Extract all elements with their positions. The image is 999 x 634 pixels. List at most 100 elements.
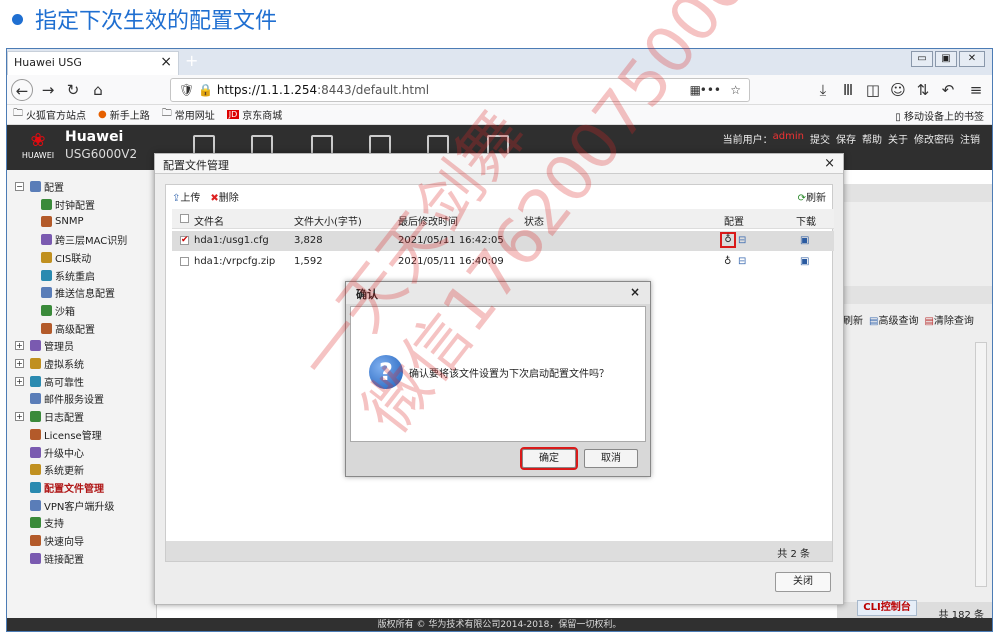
- page-heading: 指定下次生效的配置文件: [8, 0, 277, 38]
- sidebar-item[interactable]: 时钟配置: [41, 196, 95, 213]
- tab-close-icon[interactable]: ×: [160, 54, 172, 70]
- library-icon[interactable]: Ⅲ: [837, 79, 859, 101]
- sidebar-item[interactable]: + 高可靠性: [15, 373, 84, 390]
- folder-icon: 🗀: [13, 108, 23, 119]
- sidebar-item-label: 快速向导: [44, 537, 84, 548]
- sidebar-item[interactable]: 高级配置: [41, 320, 95, 337]
- account-icon[interactable]: ☺: [887, 79, 909, 101]
- table-row[interactable]: ✔ hda1:/usg1.cfg 3,828 2021/05/11 16:42:…: [172, 231, 834, 251]
- sidebar-item[interactable]: License管理: [15, 426, 102, 443]
- sidebar-item-label: 跨三层MAC识别: [55, 236, 128, 248]
- row-checkbox[interactable]: [180, 257, 189, 266]
- extension-icon[interactable]: ⇅: [912, 79, 934, 101]
- home-icon[interactable]: ⌂: [87, 79, 109, 101]
- sidebar-item[interactable]: VPN客户端升级: [15, 497, 114, 514]
- cli-console-button[interactable]: CLI控制台: [857, 600, 917, 616]
- logout-link[interactable]: 注销: [960, 131, 980, 146]
- about-link[interactable]: 关于: [888, 131, 908, 146]
- submit-link[interactable]: 提交: [810, 131, 830, 146]
- close-button[interactable]: 关闭: [775, 572, 831, 592]
- sidebar-item[interactable]: 支持: [15, 514, 64, 531]
- sidebar-item[interactable]: 系统更新: [15, 461, 84, 478]
- expander-icon[interactable]: +: [15, 412, 24, 422]
- sidebar-item[interactable]: 系统重启: [41, 267, 95, 284]
- sidebar-item[interactable]: + 管理员: [15, 337, 74, 354]
- sidebar-item[interactable]: SNMP: [41, 213, 84, 230]
- row-checkbox[interactable]: ✔: [180, 236, 189, 245]
- select-all-checkbox[interactable]: [180, 214, 189, 223]
- dialog-title: 配置文件管理 ×: [155, 154, 843, 174]
- new-tab-button[interactable]: +: [185, 51, 198, 70]
- undo-icon[interactable]: ↶: [937, 79, 959, 101]
- scrollbar[interactable]: [975, 342, 987, 587]
- question-icon: ?: [369, 355, 403, 389]
- minimize-button[interactable]: ▭: [911, 51, 933, 67]
- expander-icon[interactable]: +: [15, 359, 24, 368]
- change-password-link[interactable]: 修改密码: [914, 131, 954, 146]
- bookmark-item[interactable]: 🗀 火狐官方站点: [13, 108, 86, 122]
- close-window-button[interactable]: ✕: [959, 51, 985, 67]
- sidebar-item[interactable]: 邮件服务设置: [15, 390, 104, 407]
- sidebar-item[interactable]: CIS联动: [41, 249, 91, 266]
- config-compare-icon[interactable]: ⊟: [738, 235, 746, 246]
- bookmark-item[interactable]: 🗀 常用网址: [161, 108, 215, 122]
- sidebar-item[interactable]: + 虚拟系统: [15, 355, 84, 372]
- more-icon[interactable]: •••: [700, 83, 721, 97]
- reload-icon[interactable]: ↻: [62, 79, 84, 101]
- menu-item-icon: [41, 287, 52, 299]
- col-status[interactable]: 状态: [524, 213, 544, 228]
- sidebar-item-label: 链接配置: [44, 554, 84, 566]
- set-next-startup-icon[interactable]: ♁: [724, 256, 731, 267]
- upload-button[interactable]: ⇪上传: [172, 189, 200, 204]
- delete-button[interactable]: ✖删除: [210, 189, 238, 204]
- menu-icon[interactable]: ≡: [965, 79, 987, 101]
- mobile-bookmarks[interactable]: ▯ 移动设备上的书签: [895, 108, 984, 123]
- sidebar-item[interactable]: 配置文件管理: [15, 479, 104, 496]
- browser-tab[interactable]: Huawei USG ×: [7, 51, 179, 75]
- sidebar-item[interactable]: 链接配置: [15, 550, 84, 567]
- expander-icon[interactable]: −: [15, 182, 24, 191]
- table-row[interactable]: hda1:/vrpcfg.zip 1,592 2021/05/11 16:40:…: [172, 252, 834, 272]
- sidebar-item[interactable]: 推送信息配置: [41, 284, 115, 301]
- download-file-icon[interactable]: ▣: [800, 256, 809, 267]
- refresh-button[interactable]: ⟳刷新: [798, 189, 826, 204]
- confirm-close-icon[interactable]: ×: [630, 285, 640, 299]
- set-next-startup-icon[interactable]: ♁: [720, 232, 736, 248]
- expander-icon[interactable]: +: [15, 376, 24, 386]
- bookmarks-bar: 🗀 火狐官方站点 ● 新手上路 🗀 常用网址 JD 京东商城 ▯ 移动设备上的书签: [7, 105, 992, 125]
- url-path: :8443/default.html: [317, 83, 430, 97]
- forward-icon[interactable]: →: [37, 79, 59, 101]
- col-name[interactable]: 文件名: [194, 213, 224, 228]
- cancel-button[interactable]: 取消: [584, 449, 638, 468]
- bookmark-star-icon[interactable]: ☆: [730, 83, 741, 97]
- sidebar-item[interactable]: 跨三层MAC识别: [41, 231, 127, 248]
- bookmark-item[interactable]: JD 京东商城: [226, 108, 282, 122]
- copyright-footer: 版权所有 © 华为技术有限公司2014-2018，保留一切权利。: [7, 618, 992, 631]
- col-size[interactable]: 文件大小(字节): [294, 213, 362, 228]
- expander-icon[interactable]: +: [15, 341, 24, 351]
- menu-item-icon: [41, 304, 52, 316]
- col-modified[interactable]: 最后修改时间: [398, 213, 458, 228]
- download-file-icon[interactable]: ▣: [800, 235, 809, 246]
- sidebar-item[interactable]: 升级中心: [15, 444, 84, 461]
- sidebar-item[interactable]: 沙箱: [41, 302, 75, 319]
- sidebar-item[interactable]: + 日志配置: [15, 408, 84, 425]
- dialog-close-icon[interactable]: ×: [824, 156, 835, 171]
- back-icon[interactable]: ←: [11, 79, 33, 101]
- ok-button[interactable]: 确定: [520, 447, 578, 470]
- advanced-query-link[interactable]: ▤高级查询: [869, 312, 918, 327]
- sidebar-icon[interactable]: ◫: [862, 79, 884, 101]
- url-bar[interactable]: 🛡 🔒 https://1.1.1.254:8443/default.html …: [170, 78, 750, 102]
- user-bar: 当前用户： admin 提交 保存 帮助 关于 修改密码 注销: [723, 131, 980, 146]
- save-link[interactable]: 保存: [836, 131, 856, 146]
- sidebar-item[interactable]: − 配置: [15, 178, 64, 195]
- sidebar-item[interactable]: 快速向导: [15, 532, 84, 549]
- refresh-link[interactable]: 刷新: [843, 312, 863, 327]
- config-compare-icon[interactable]: ⊟: [738, 256, 746, 267]
- bookmark-item[interactable]: ● 新手上路: [98, 108, 150, 122]
- folder-icon: 🗀: [161, 108, 172, 119]
- clear-query-link[interactable]: ▤清除查询: [924, 312, 973, 327]
- help-link[interactable]: 帮助: [862, 131, 882, 146]
- maximize-button[interactable]: ▣: [935, 51, 957, 67]
- download-icon[interactable]: ⤓: [812, 79, 834, 101]
